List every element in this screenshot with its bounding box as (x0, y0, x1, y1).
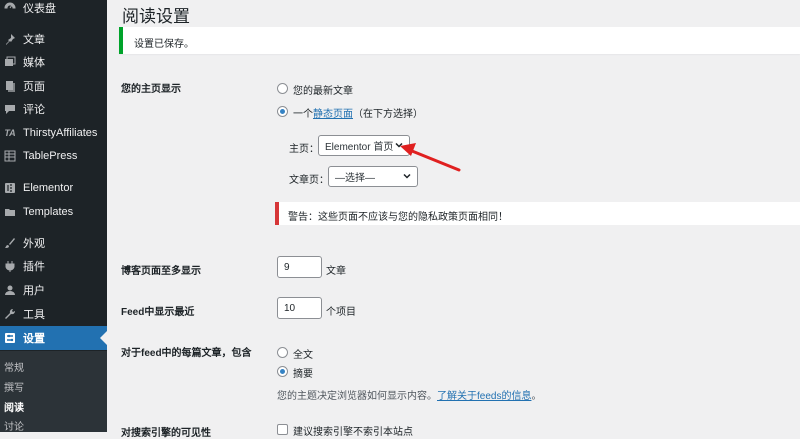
page-icon (3, 79, 17, 93)
static-suffix: （在下方选择） (353, 109, 423, 120)
submenu-reading[interactable]: 阅读 (4, 399, 24, 414)
menu-label: 设置 (23, 333, 45, 345)
menu-label: 外观 (23, 238, 45, 250)
active-menu-arrow (100, 331, 107, 345)
success-notice: 设置已保存。 (119, 27, 800, 54)
dashboard-icon (3, 1, 17, 15)
ta-icon: TA (4, 128, 16, 138)
posts-page-select[interactable]: —选择— (328, 166, 418, 187)
page-title: 阅读设置 (122, 7, 190, 26)
static-prefix: 一个 (293, 109, 313, 120)
radio-static-page-label: 一个静态页面（在下方选择） (293, 105, 423, 120)
blog-pages-label: 博客页面至多显示 (121, 266, 201, 277)
menu-label: 仪表盘 (23, 3, 56, 15)
menu-thirstyaffiliates[interactable]: TA ThirstyAffiliates (0, 121, 107, 145)
warning-text: 警告：这些页面不应该与您的隐私政策页面相同！ (288, 212, 508, 223)
wrench-icon (3, 307, 17, 321)
plugin-icon (3, 259, 17, 273)
radio-latest-posts-label: 您的最新文章 (293, 86, 353, 97)
static-page-link[interactable]: 静态页面 (313, 109, 353, 120)
radio-full-text-label: 全文 (293, 350, 313, 361)
pin-icon (3, 32, 17, 46)
radio-summary-label: 摘要 (293, 369, 313, 380)
discourage-search-checkbox[interactable] (277, 424, 288, 435)
menu-label: 媒体 (23, 57, 45, 69)
submenu-discussion[interactable]: 讨论 (4, 418, 24, 432)
main-content: 阅读设置 设置已保存。 您的主页显示 您的最新文章 一个静态页面（在下方选择） … (107, 0, 800, 439)
menu-plugins[interactable]: 插件 (0, 254, 107, 278)
menu-posts[interactable]: 文章 (0, 27, 107, 51)
menu-tools[interactable]: 工具 (0, 302, 107, 326)
menu-media[interactable]: 媒体 (0, 50, 107, 74)
menu-dashboard[interactable]: 仪表盘 (0, 0, 107, 20)
feed-content-label: 对于feed中的每篇文章，包含 (121, 348, 252, 359)
menu-label: 文章 (23, 34, 45, 46)
submenu-writing[interactable]: 撰写 (4, 379, 24, 394)
menu-label: TablePress (23, 150, 78, 162)
posts-per-page-unit: 文章 (326, 266, 346, 277)
front-page-select[interactable]: Elementor 首页 (318, 135, 410, 156)
feed-items-input[interactable]: 10 (277, 297, 322, 319)
radio-static-page[interactable] (277, 106, 288, 117)
homepage-display-label: 您的主页显示 (121, 84, 181, 95)
radio-latest-posts[interactable] (277, 83, 288, 94)
folder-icon (3, 205, 17, 219)
menu-label: 页面 (23, 81, 45, 93)
comment-icon (3, 102, 17, 116)
brush-icon (3, 236, 17, 250)
feed-description: 您的主题决定浏览器如何显示内容。了解关于feeds的信息。 (277, 387, 541, 402)
menu-label: Elementor (23, 182, 74, 194)
front-page-value: Elementor 首页 (325, 142, 394, 153)
menu-tablepress[interactable]: TablePress (0, 144, 107, 168)
menu-label: 用户 (23, 285, 45, 297)
learn-feeds-link[interactable]: 了解关于feeds的信息 (437, 391, 531, 402)
settings-submenu: 常规 撰写 阅读 讨论 (0, 351, 107, 432)
feed-desc-prefix: 您的主题决定浏览器如何显示内容。 (277, 391, 437, 402)
menu-templates[interactable]: Templates (0, 200, 107, 224)
posts-per-page-input[interactable]: 9 (277, 256, 322, 278)
menu-comments[interactable]: 评论 (0, 97, 107, 121)
menu-label: 工具 (23, 309, 45, 321)
front-page-label: 主页： (289, 144, 319, 155)
radio-full-text[interactable] (277, 347, 288, 358)
feed-desc-suffix: 。 (531, 391, 542, 402)
posts-page-label: 文章页： (289, 175, 329, 186)
menu-label: 评论 (23, 104, 45, 116)
posts-page-value: —选择— (335, 173, 375, 184)
radio-summary[interactable] (277, 366, 288, 377)
menu-settings[interactable]: 设置 (0, 326, 107, 350)
discourage-search-label: 建议搜索引擎不索引本站点 (293, 427, 413, 438)
feed-items-label: Feed中显示最近 (121, 307, 195, 318)
elementor-icon (3, 181, 17, 195)
warning-notice: 警告：这些页面不应该与您的隐私政策页面相同！ (275, 202, 800, 225)
settings-icon (3, 331, 17, 345)
table-icon (3, 149, 17, 163)
chevron-down-icon (395, 142, 403, 148)
menu-pages[interactable]: 页面 (0, 74, 107, 98)
menu-label: Templates (23, 206, 74, 218)
submenu-general[interactable]: 常规 (4, 359, 24, 374)
admin-sidebar: 仪表盘 文章 媒体 页面 评论 TA ThirstyAffiliates Tab… (0, 0, 107, 432)
menu-elementor[interactable]: Elementor (0, 176, 107, 200)
menu-label: 插件 (23, 261, 45, 273)
menu-appearance[interactable]: 外观 (0, 231, 107, 255)
user-icon (3, 283, 17, 297)
notice-text: 设置已保存。 (134, 39, 194, 50)
menu-label: ThirstyAffiliates (23, 127, 98, 139)
chevron-down-icon (403, 173, 411, 179)
feed-items-unit: 个项目 (326, 307, 356, 318)
media-icon (3, 55, 17, 69)
menu-users[interactable]: 用户 (0, 278, 107, 302)
